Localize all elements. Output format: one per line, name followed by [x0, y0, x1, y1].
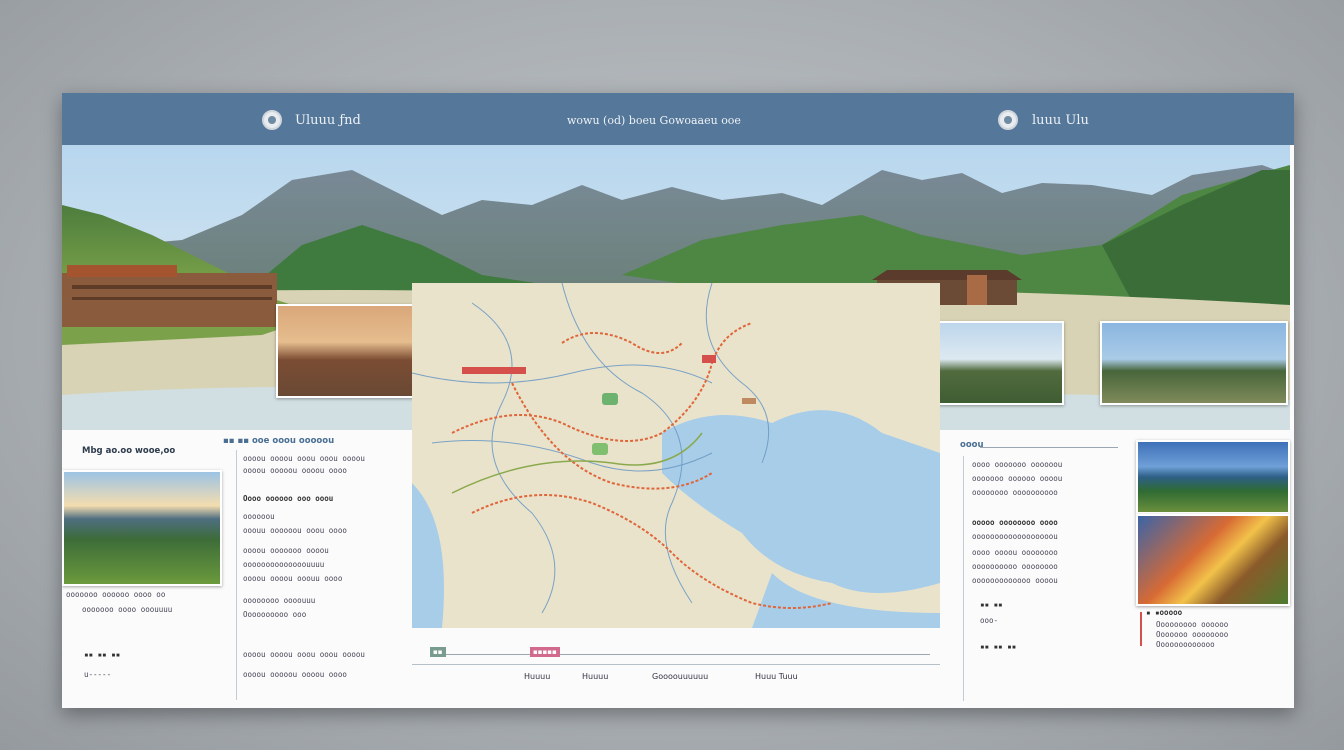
footer-badge-pink: ▪▪▪▪▪: [530, 647, 560, 657]
map-footer: ▪▪ ▪▪▪▪▪ Huuuu Huuuu Goooouuuuuu Huuu Tu…: [412, 628, 940, 708]
sunset-photo: [1136, 514, 1290, 606]
text-line: ooouu oooooou ooou oooo: [243, 526, 347, 535]
text-line: ooooooooooooo oooou: [972, 576, 1058, 585]
left-list-item: ooooooo oooo ooouuuu: [82, 605, 173, 614]
caption-line: Ooooooooooooo: [1156, 640, 1215, 649]
short-label: ooo-: [980, 616, 999, 625]
right-photo-column: ▪ ▪ooooo Ooooooooo oooooo Ooooooo oooooo…: [1132, 430, 1294, 708]
text-line: oooou ooooou oooou oooo: [243, 466, 347, 475]
header-right-title: luuu Ulu: [1032, 113, 1089, 128]
footer-tab[interactable]: Huuu Tuuu: [755, 672, 798, 681]
text-line: oooou ooooooo oooou: [243, 546, 329, 555]
left-text-column: ▪▪ ▪▪ ooe ooou ooooou oooou oooou ooou o…: [223, 430, 412, 708]
text-line: oooo ooooooo oooooou: [972, 460, 1063, 469]
text-line: oooou ooooou oooou oooo: [243, 670, 347, 679]
header-left-title: Uluuu ƒnd: [295, 113, 361, 128]
text-line: oooooooooooooooooou: [972, 532, 1058, 541]
sub-heading: Oooo oooooo ooo ooou: [243, 494, 334, 503]
text-line: oooooooo oooooooooo: [972, 488, 1058, 497]
left-text-title: ▪▪ ▪▪ ooe ooou ooooou: [223, 436, 335, 446]
text-line: oooou oooou ooou ooou oooou: [243, 650, 365, 659]
footer-tab[interactable]: Huuuu: [582, 672, 608, 681]
caption-title: ▪ ▪ooooo: [1146, 608, 1183, 617]
divider: [236, 450, 237, 700]
footer-rule: [430, 654, 930, 655]
logo-icon: [998, 110, 1018, 130]
short-label: ▪▪ ▪▪: [980, 600, 1003, 609]
caption-line: Ooooooooo oooooo: [1156, 620, 1229, 629]
right-text-heading: ooou: [960, 440, 984, 450]
header-bar: Uluuu ƒnd wowu (od) boeu Gowoaaeu ooe lu…: [62, 93, 1294, 145]
left-panel-heading: Mbg ao.oo wooe,oo: [82, 446, 176, 456]
valley-photo: [62, 470, 222, 586]
text-line: oooooooo oooouuu: [243, 596, 316, 605]
heading-rule: [980, 447, 1118, 448]
sub-heading: oooooou: [243, 512, 275, 521]
text-line: ooooo oooooooo oooo: [972, 518, 1058, 527]
text-line: oooo oooou oooooooo: [972, 548, 1058, 557]
left-list-item: ooooooo oooooo oooo oo: [66, 590, 166, 599]
left-footer-b: u-----: [84, 670, 112, 679]
left-panel: Mbg ao.oo wooe,oo ooooooo oooooo oooo oo…: [62, 430, 227, 708]
text-line: Oooooooooo ooo: [243, 610, 307, 619]
right-text-column: ooou oooo ooooooo oooooou ooooooo oooooo…: [940, 430, 1132, 708]
logo-icon: [262, 110, 282, 130]
footer-badge-green: ▪▪: [430, 647, 446, 657]
caption-line: Ooooooo oooooooo: [1156, 630, 1229, 639]
text-line: ooooooo oooooo oooou: [972, 474, 1063, 483]
info-poster: Uluuu ƒnd wowu (od) boeu Gowoaaeu ooe lu…: [62, 93, 1294, 708]
text-line: oooou oooou ooouu oooo: [243, 574, 343, 583]
text-line: oooou oooou ooou ooou oooou: [243, 454, 365, 463]
footer-tab[interactable]: Huuuu: [524, 672, 550, 681]
footer-rule: [412, 664, 940, 665]
caption-accent: [1140, 612, 1142, 646]
header-center-title: wowu (od) boeu Gowoaaeu ooe: [567, 114, 741, 127]
footer-tab[interactable]: Goooouuuuuu: [652, 672, 708, 681]
alpine-photo: [1136, 440, 1290, 514]
divider: [963, 456, 964, 701]
short-label: ▪▪ ▪▪ ▪▪: [980, 642, 1017, 651]
text-line: oooooooooo oooooooo: [972, 562, 1058, 571]
regional-map: [412, 283, 940, 628]
text-line: oooooooooooooouuuu: [243, 560, 325, 569]
forest-photo: [1100, 321, 1288, 405]
left-footer-a: ▪▪ ▪▪ ▪▪: [84, 650, 121, 659]
